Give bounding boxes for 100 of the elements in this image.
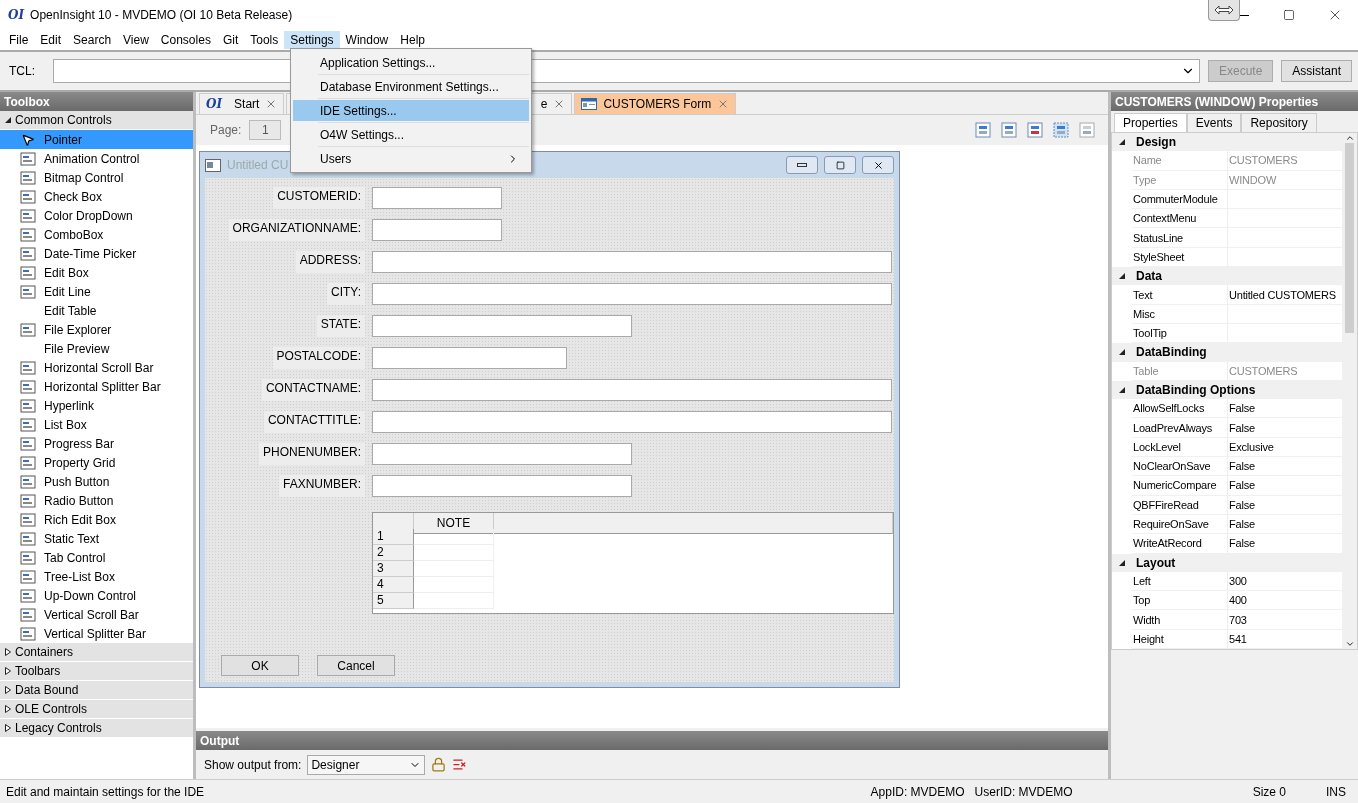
toolbox-item[interactable]: ComboBox <box>0 225 193 244</box>
group-header[interactable]: Containers <box>0 643 193 662</box>
menu-item[interactable]: Help <box>394 31 431 49</box>
property-value[interactable]: Exclusive <box>1228 437 1342 457</box>
menu-item[interactable]: View <box>117 31 155 49</box>
collapsed-triangle-icon[interactable] <box>4 705 12 713</box>
lock-icon[interactable] <box>431 757 447 772</box>
expanded-triangle-icon[interactable] <box>1118 558 1126 567</box>
toolbar-icon[interactable] <box>1052 121 1070 139</box>
scrollbar-thumb[interactable] <box>1345 143 1354 333</box>
toolbar-icon[interactable] <box>1000 121 1018 139</box>
scroll-down-icon[interactable] <box>1344 639 1355 649</box>
property-value[interactable]: 400 <box>1228 591 1342 610</box>
input-field[interactable] <box>372 379 892 401</box>
group-header[interactable]: Toolbars <box>0 662 193 681</box>
menu-item[interactable]: Settings <box>284 31 340 49</box>
toolbox-item[interactable]: Bitmap Control <box>0 168 193 187</box>
form-button[interactable]: OK <box>221 655 299 676</box>
category-header[interactable]: DataBinding Options <box>1112 380 1342 400</box>
toolbox-item[interactable]: Hyperlink <box>0 396 193 415</box>
table-cell[interactable] <box>414 593 494 609</box>
menu-item[interactable]: Application Settings... <box>293 52 529 73</box>
menu-item[interactable]: O4W Settings... <box>293 124 529 145</box>
toolbox-item[interactable]: Edit Table <box>0 301 193 320</box>
property-value[interactable]: False <box>1228 476 1342 495</box>
category-header[interactable]: Data <box>1112 267 1342 286</box>
expanded-triangle-icon[interactable] <box>1118 138 1126 147</box>
input-field[interactable] <box>372 475 632 497</box>
toolbar-icon[interactable] <box>974 121 992 139</box>
toolbox-item[interactable]: Push Button <box>0 472 193 491</box>
toolbox-item[interactable]: Color DropDown <box>0 206 193 225</box>
toolbox-item[interactable]: Radio Button <box>0 491 193 510</box>
toolbox-item[interactable]: Edit Line <box>0 282 193 301</box>
toolbox-item[interactable]: Date-Time Picker <box>0 244 193 263</box>
menu-item[interactable]: Tools <box>244 31 285 49</box>
menu-item[interactable]: Window <box>339 31 395 49</box>
property-value[interactable]: 541 <box>1228 629 1342 648</box>
table-cell[interactable] <box>414 529 494 545</box>
menu-item[interactable]: Search <box>67 31 118 49</box>
menu-item[interactable]: Edit <box>34 31 68 49</box>
menu-item[interactable]: Database Environment Settings... <box>293 76 529 97</box>
table-cell[interactable] <box>414 561 494 577</box>
toolbox-item[interactable]: Vertical Scroll Bar <box>0 605 193 624</box>
group-header[interactable]: Common Controls <box>0 111 193 130</box>
document-tab[interactable]: OI Start <box>199 93 285 114</box>
toolbox-item[interactable]: Edit Box <box>0 263 193 282</box>
menu-item[interactable]: Git <box>216 31 245 49</box>
property-value[interactable]: Untitled CUSTOMERS <box>1228 285 1342 304</box>
toolbar-icon[interactable] <box>1026 121 1044 139</box>
toolbox-item[interactable]: Property Grid <box>0 453 193 472</box>
group-header[interactable]: OLE Controls <box>0 700 193 719</box>
maximize-button[interactable] <box>824 156 856 174</box>
toolbox-item[interactable]: Tree-List Box <box>0 567 193 586</box>
input-field[interactable] <box>372 187 502 209</box>
table-cell[interactable] <box>414 545 494 561</box>
toolbar-icon[interactable] <box>1078 121 1096 139</box>
expanded-triangle-icon[interactable] <box>1118 272 1126 281</box>
toolbox-item[interactable]: List Box <box>0 415 193 434</box>
category-header[interactable]: Design <box>1112 133 1342 152</box>
input-field[interactable] <box>372 347 567 369</box>
scrollbar[interactable] <box>1342 133 1357 649</box>
toolbox-item[interactable]: File Preview <box>0 339 193 358</box>
input-field[interactable] <box>372 219 502 241</box>
toolbox-item[interactable]: Tab Control <box>0 548 193 567</box>
group-header[interactable]: Legacy Controls <box>0 719 193 738</box>
menu-item[interactable]: File <box>3 31 35 49</box>
clear-list-icon[interactable] <box>452 757 468 772</box>
collapsed-triangle-icon[interactable] <box>4 686 12 694</box>
table-cell[interactable] <box>414 577 494 593</box>
property-tab[interactable]: Events <box>1186 113 1242 132</box>
minimize-button[interactable] <box>786 156 818 174</box>
toolbox-item[interactable]: Horizontal Scroll Bar <box>0 358 193 377</box>
toolbox-item[interactable]: Vertical Splitter Bar <box>0 624 193 643</box>
expanded-triangle-icon[interactable] <box>4 116 12 124</box>
group-header[interactable]: Data Bound <box>0 681 193 700</box>
input-field[interactable] <box>372 251 892 273</box>
property-value[interactable]: 300 <box>1228 571 1342 591</box>
toolbox-item[interactable]: Horizontal Splitter Bar <box>0 377 193 396</box>
property-tab[interactable]: Properties <box>1114 113 1187 132</box>
toolbox-item[interactable]: Progress Bar <box>0 434 193 453</box>
scroll-up-icon[interactable] <box>1344 133 1355 143</box>
toolbox-item[interactable]: Pointer <box>0 130 193 149</box>
category-header[interactable]: DataBinding <box>1112 343 1342 362</box>
collapsed-triangle-icon[interactable] <box>4 724 12 732</box>
property-tab[interactable]: Repository <box>1241 113 1317 132</box>
toolbox-item[interactable]: Check Box <box>0 187 193 206</box>
page-field[interactable]: 1 <box>249 120 282 140</box>
property-value[interactable]: False <box>1228 495 1342 514</box>
property-value[interactable]: False <box>1228 514 1342 534</box>
input-field[interactable] <box>372 443 632 465</box>
expanded-triangle-icon[interactable] <box>1118 386 1126 394</box>
close-button[interactable] <box>862 156 894 174</box>
collapsed-triangle-icon[interactable] <box>4 648 12 656</box>
note-table[interactable]: NOTE 1 2 3 4 5 <box>372 512 894 614</box>
toolbox-item[interactable]: Rich Edit Box <box>0 510 193 529</box>
document-tab[interactable]: CUSTOMERS Form <box>574 93 737 114</box>
menu-item[interactable]: Users <box>293 148 529 169</box>
collapsed-triangle-icon[interactable] <box>4 667 12 675</box>
toolbox-item[interactable]: Static Text <box>0 529 193 548</box>
expanded-triangle-icon[interactable] <box>1118 348 1126 357</box>
